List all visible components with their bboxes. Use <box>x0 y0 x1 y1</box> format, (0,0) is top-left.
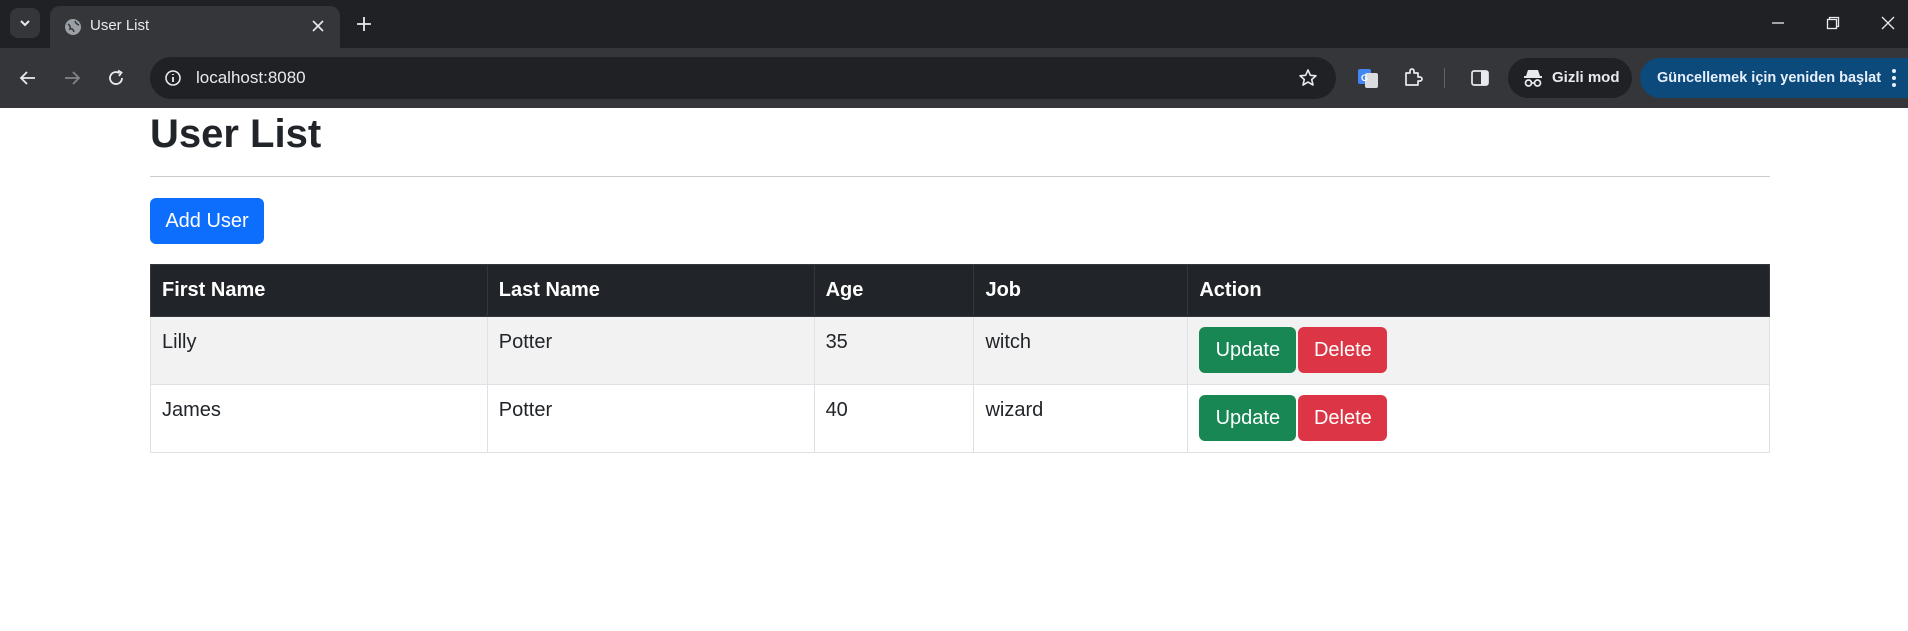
page-content: User List Add User First Name Last Name … <box>0 108 1908 631</box>
cell-first-name: James <box>150 384 488 453</box>
bookmark-star-icon[interactable] <box>1296 66 1320 90</box>
cell-last-name: Potter <box>486 384 815 453</box>
add-user-button[interactable]: Add User <box>150 198 264 244</box>
delete-button[interactable]: Delete <box>1298 395 1388 441</box>
cell-action: Update Delete <box>1187 316 1770 385</box>
header-job: Job <box>973 264 1189 317</box>
restore-button[interactable] <box>1813 8 1853 38</box>
incognito-indicator[interactable]: Gizli mod <box>1508 58 1632 98</box>
new-tab-button[interactable] <box>350 10 378 38</box>
header-first-name: First Name <box>150 264 488 317</box>
header-last-name: Last Name <box>486 264 815 317</box>
back-button[interactable] <box>12 62 44 94</box>
header-action: Action <box>1187 264 1770 317</box>
relaunch-label: Güncellemek için yeniden başlat <box>1657 70 1882 86</box>
tab-search-button[interactable] <box>10 8 40 38</box>
side-panel-icon[interactable] <box>1464 62 1496 94</box>
incognito-label: Gizli mod <box>1552 69 1620 86</box>
user-table: First Name Last Name Age Job Action Lill… <box>150 264 1770 453</box>
chevron-down-icon <box>20 20 30 27</box>
divider <box>150 176 1770 177</box>
table-row: James Potter 40 wizard Update Delete <box>150 384 1770 453</box>
cell-action: Update Delete <box>1187 384 1770 453</box>
forward-button[interactable] <box>56 62 88 94</box>
table-header-row: First Name Last Name Age Job Action <box>150 264 1770 317</box>
minimize-icon <box>1772 22 1784 24</box>
tab-title: User List <box>90 17 150 34</box>
cell-first-name: Lilly <box>150 316 488 385</box>
arrow-left-icon <box>19 71 35 85</box>
cell-job: witch <box>973 316 1189 385</box>
close-tab-icon[interactable] <box>308 16 328 36</box>
reload-icon <box>109 69 123 85</box>
incognito-icon <box>1524 70 1542 87</box>
cell-age: 35 <box>813 316 975 385</box>
relaunch-to-update-button[interactable]: Güncellemek için yeniden başlat <box>1640 58 1908 98</box>
reload-button[interactable] <box>100 62 132 94</box>
update-button[interactable]: Update <box>1199 327 1297 373</box>
site-info-icon[interactable] <box>162 67 184 89</box>
translate-icon[interactable]: G <box>1352 62 1384 94</box>
update-button[interactable]: Update <box>1199 395 1297 441</box>
url-text[interactable]: localhost:8080 <box>196 68 306 88</box>
globe-icon <box>65 19 81 35</box>
close-window-button[interactable] <box>1868 8 1908 38</box>
more-menu-icon[interactable] <box>1886 66 1902 90</box>
restore-icon <box>1826 16 1840 30</box>
cell-job: wizard <box>973 384 1189 453</box>
plus-icon <box>357 17 371 31</box>
svg-text:G: G <box>1361 73 1368 83</box>
address-bar[interactable]: localhost:8080 <box>150 57 1336 99</box>
extensions-icon[interactable] <box>1397 62 1429 94</box>
cell-age: 40 <box>813 384 975 453</box>
toolbar-divider <box>1444 68 1445 88</box>
table-row: Lilly Potter 35 witch Update Delete <box>150 316 1770 385</box>
header-age: Age <box>813 264 975 317</box>
arrow-right-icon <box>65 71 81 85</box>
browser-tab[interactable]: User List <box>50 6 340 48</box>
close-icon <box>1881 16 1895 30</box>
delete-button[interactable]: Delete <box>1298 327 1388 373</box>
tab-strip: User List <box>0 0 1908 48</box>
browser-toolbar: localhost:8080 G Gizli mod Güncellemek i… <box>0 48 1908 108</box>
page-title: User List <box>150 112 322 156</box>
minimize-button[interactable] <box>1758 8 1798 38</box>
cell-last-name: Potter <box>486 316 815 385</box>
